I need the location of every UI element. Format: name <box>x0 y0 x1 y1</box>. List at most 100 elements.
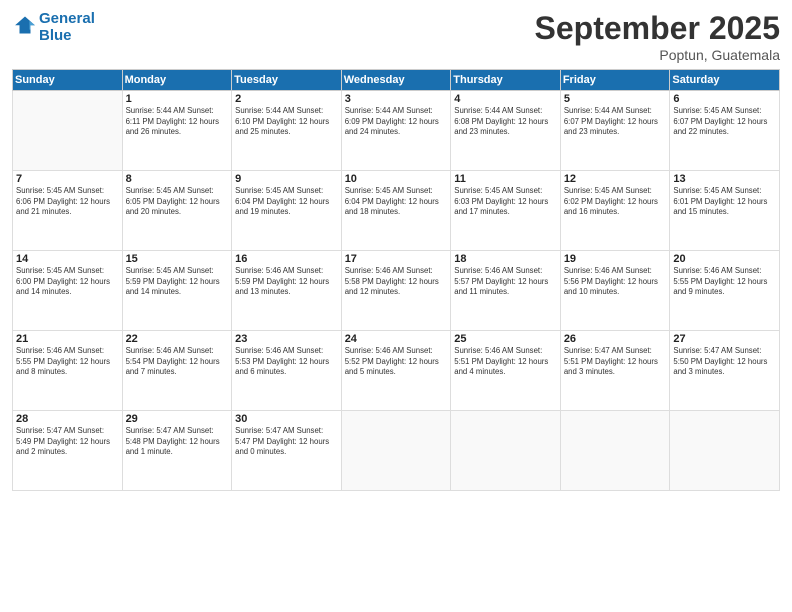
cell-info: Sunrise: 5:44 AM Sunset: 6:10 PM Dayligh… <box>235 106 338 138</box>
cell-info: Sunrise: 5:45 AM Sunset: 6:04 PM Dayligh… <box>235 186 338 218</box>
cell-info: Sunrise: 5:47 AM Sunset: 5:49 PM Dayligh… <box>16 426 119 458</box>
day-number: 16 <box>235 253 338 265</box>
cell-info: Sunrise: 5:45 AM Sunset: 6:04 PM Dayligh… <box>345 186 448 218</box>
month-title: September 2025 <box>535 10 780 47</box>
day-number: 28 <box>16 413 119 425</box>
table-row <box>13 91 123 171</box>
cell-info: Sunrise: 5:45 AM Sunset: 6:02 PM Dayligh… <box>564 186 667 218</box>
cell-info: Sunrise: 5:47 AM Sunset: 5:51 PM Dayligh… <box>564 346 667 378</box>
cell-info: Sunrise: 5:46 AM Sunset: 5:51 PM Dayligh… <box>454 346 557 378</box>
day-number: 30 <box>235 413 338 425</box>
cell-info: Sunrise: 5:45 AM Sunset: 6:05 PM Dayligh… <box>126 186 229 218</box>
cell-info: Sunrise: 5:47 AM Sunset: 5:50 PM Dayligh… <box>673 346 776 378</box>
table-row: 9Sunrise: 5:45 AM Sunset: 6:04 PM Daylig… <box>232 171 342 251</box>
cell-info: Sunrise: 5:45 AM Sunset: 6:03 PM Dayligh… <box>454 186 557 218</box>
day-number: 13 <box>673 173 776 185</box>
table-row: 18Sunrise: 5:46 AM Sunset: 5:57 PM Dayli… <box>451 251 561 331</box>
cell-info: Sunrise: 5:46 AM Sunset: 5:55 PM Dayligh… <box>673 266 776 298</box>
day-number: 20 <box>673 253 776 265</box>
cell-info: Sunrise: 5:46 AM Sunset: 5:54 PM Dayligh… <box>126 346 229 378</box>
calendar: Sunday Monday Tuesday Wednesday Thursday… <box>12 69 780 491</box>
location: Poptun, Guatemala <box>535 47 780 63</box>
col-wednesday: Wednesday <box>341 70 451 91</box>
table-row: 29Sunrise: 5:47 AM Sunset: 5:48 PM Dayli… <box>122 411 232 491</box>
table-row: 16Sunrise: 5:46 AM Sunset: 5:59 PM Dayli… <box>232 251 342 331</box>
logo: General Blue <box>12 10 95 44</box>
cell-info: Sunrise: 5:45 AM Sunset: 6:01 PM Dayligh… <box>673 186 776 218</box>
day-number: 14 <box>16 253 119 265</box>
table-row: 12Sunrise: 5:45 AM Sunset: 6:02 PM Dayli… <box>560 171 670 251</box>
table-row: 11Sunrise: 5:45 AM Sunset: 6:03 PM Dayli… <box>451 171 561 251</box>
table-row: 30Sunrise: 5:47 AM Sunset: 5:47 PM Dayli… <box>232 411 342 491</box>
day-number: 4 <box>454 93 557 105</box>
cell-info: Sunrise: 5:46 AM Sunset: 5:58 PM Dayligh… <box>345 266 448 298</box>
cell-info: Sunrise: 5:47 AM Sunset: 5:47 PM Dayligh… <box>235 426 338 458</box>
title-block: September 2025 Poptun, Guatemala <box>535 10 780 63</box>
day-number: 15 <box>126 253 229 265</box>
header: General Blue September 2025 Poptun, Guat… <box>12 10 780 63</box>
day-number: 23 <box>235 333 338 345</box>
table-row: 6Sunrise: 5:45 AM Sunset: 6:07 PM Daylig… <box>670 91 780 171</box>
day-number: 22 <box>126 333 229 345</box>
day-number: 17 <box>345 253 448 265</box>
table-row: 27Sunrise: 5:47 AM Sunset: 5:50 PM Dayli… <box>670 331 780 411</box>
cell-info: Sunrise: 5:45 AM Sunset: 6:06 PM Dayligh… <box>16 186 119 218</box>
day-number: 29 <box>126 413 229 425</box>
week-row-5: 28Sunrise: 5:47 AM Sunset: 5:49 PM Dayli… <box>13 411 780 491</box>
day-number: 19 <box>564 253 667 265</box>
table-row: 19Sunrise: 5:46 AM Sunset: 5:56 PM Dayli… <box>560 251 670 331</box>
week-row-2: 7Sunrise: 5:45 AM Sunset: 6:06 PM Daylig… <box>13 171 780 251</box>
day-number: 10 <box>345 173 448 185</box>
day-number: 5 <box>564 93 667 105</box>
day-number: 18 <box>454 253 557 265</box>
cell-info: Sunrise: 5:46 AM Sunset: 5:59 PM Dayligh… <box>235 266 338 298</box>
cell-info: Sunrise: 5:45 AM Sunset: 5:59 PM Dayligh… <box>126 266 229 298</box>
col-friday: Friday <box>560 70 670 91</box>
table-row <box>560 411 670 491</box>
table-row: 23Sunrise: 5:46 AM Sunset: 5:53 PM Dayli… <box>232 331 342 411</box>
table-row <box>341 411 451 491</box>
cell-info: Sunrise: 5:45 AM Sunset: 6:07 PM Dayligh… <box>673 106 776 138</box>
page: General Blue September 2025 Poptun, Guat… <box>0 0 792 612</box>
cell-info: Sunrise: 5:47 AM Sunset: 5:48 PM Dayligh… <box>126 426 229 458</box>
table-row: 5Sunrise: 5:44 AM Sunset: 6:07 PM Daylig… <box>560 91 670 171</box>
col-saturday: Saturday <box>670 70 780 91</box>
day-number: 26 <box>564 333 667 345</box>
day-number: 7 <box>16 173 119 185</box>
table-row <box>670 411 780 491</box>
table-row: 24Sunrise: 5:46 AM Sunset: 5:52 PM Dayli… <box>341 331 451 411</box>
day-number: 11 <box>454 173 557 185</box>
logo-line1: General <box>39 10 95 27</box>
table-row: 8Sunrise: 5:45 AM Sunset: 6:05 PM Daylig… <box>122 171 232 251</box>
cell-info: Sunrise: 5:45 AM Sunset: 6:00 PM Dayligh… <box>16 266 119 298</box>
week-row-1: 1Sunrise: 5:44 AM Sunset: 6:11 PM Daylig… <box>13 91 780 171</box>
col-monday: Monday <box>122 70 232 91</box>
table-row: 28Sunrise: 5:47 AM Sunset: 5:49 PM Dayli… <box>13 411 123 491</box>
cell-info: Sunrise: 5:46 AM Sunset: 5:52 PM Dayligh… <box>345 346 448 378</box>
table-row: 20Sunrise: 5:46 AM Sunset: 5:55 PM Dayli… <box>670 251 780 331</box>
cell-info: Sunrise: 5:46 AM Sunset: 5:56 PM Dayligh… <box>564 266 667 298</box>
table-row: 4Sunrise: 5:44 AM Sunset: 6:08 PM Daylig… <box>451 91 561 171</box>
table-row: 7Sunrise: 5:45 AM Sunset: 6:06 PM Daylig… <box>13 171 123 251</box>
logo-icon <box>14 14 36 36</box>
header-row: Sunday Monday Tuesday Wednesday Thursday… <box>13 70 780 91</box>
day-number: 8 <box>126 173 229 185</box>
cell-info: Sunrise: 5:44 AM Sunset: 6:07 PM Dayligh… <box>564 106 667 138</box>
cell-info: Sunrise: 5:46 AM Sunset: 5:57 PM Dayligh… <box>454 266 557 298</box>
logo-line2: Blue <box>39 27 95 44</box>
cell-info: Sunrise: 5:46 AM Sunset: 5:53 PM Dayligh… <box>235 346 338 378</box>
day-number: 24 <box>345 333 448 345</box>
table-row: 17Sunrise: 5:46 AM Sunset: 5:58 PM Dayli… <box>341 251 451 331</box>
table-row: 21Sunrise: 5:46 AM Sunset: 5:55 PM Dayli… <box>13 331 123 411</box>
cell-info: Sunrise: 5:44 AM Sunset: 6:11 PM Dayligh… <box>126 106 229 138</box>
cell-info: Sunrise: 5:46 AM Sunset: 5:55 PM Dayligh… <box>16 346 119 378</box>
week-row-3: 14Sunrise: 5:45 AM Sunset: 6:00 PM Dayli… <box>13 251 780 331</box>
table-row <box>451 411 561 491</box>
col-thursday: Thursday <box>451 70 561 91</box>
table-row: 25Sunrise: 5:46 AM Sunset: 5:51 PM Dayli… <box>451 331 561 411</box>
cell-info: Sunrise: 5:44 AM Sunset: 6:08 PM Dayligh… <box>454 106 557 138</box>
day-number: 21 <box>16 333 119 345</box>
day-number: 9 <box>235 173 338 185</box>
day-number: 6 <box>673 93 776 105</box>
table-row: 13Sunrise: 5:45 AM Sunset: 6:01 PM Dayli… <box>670 171 780 251</box>
